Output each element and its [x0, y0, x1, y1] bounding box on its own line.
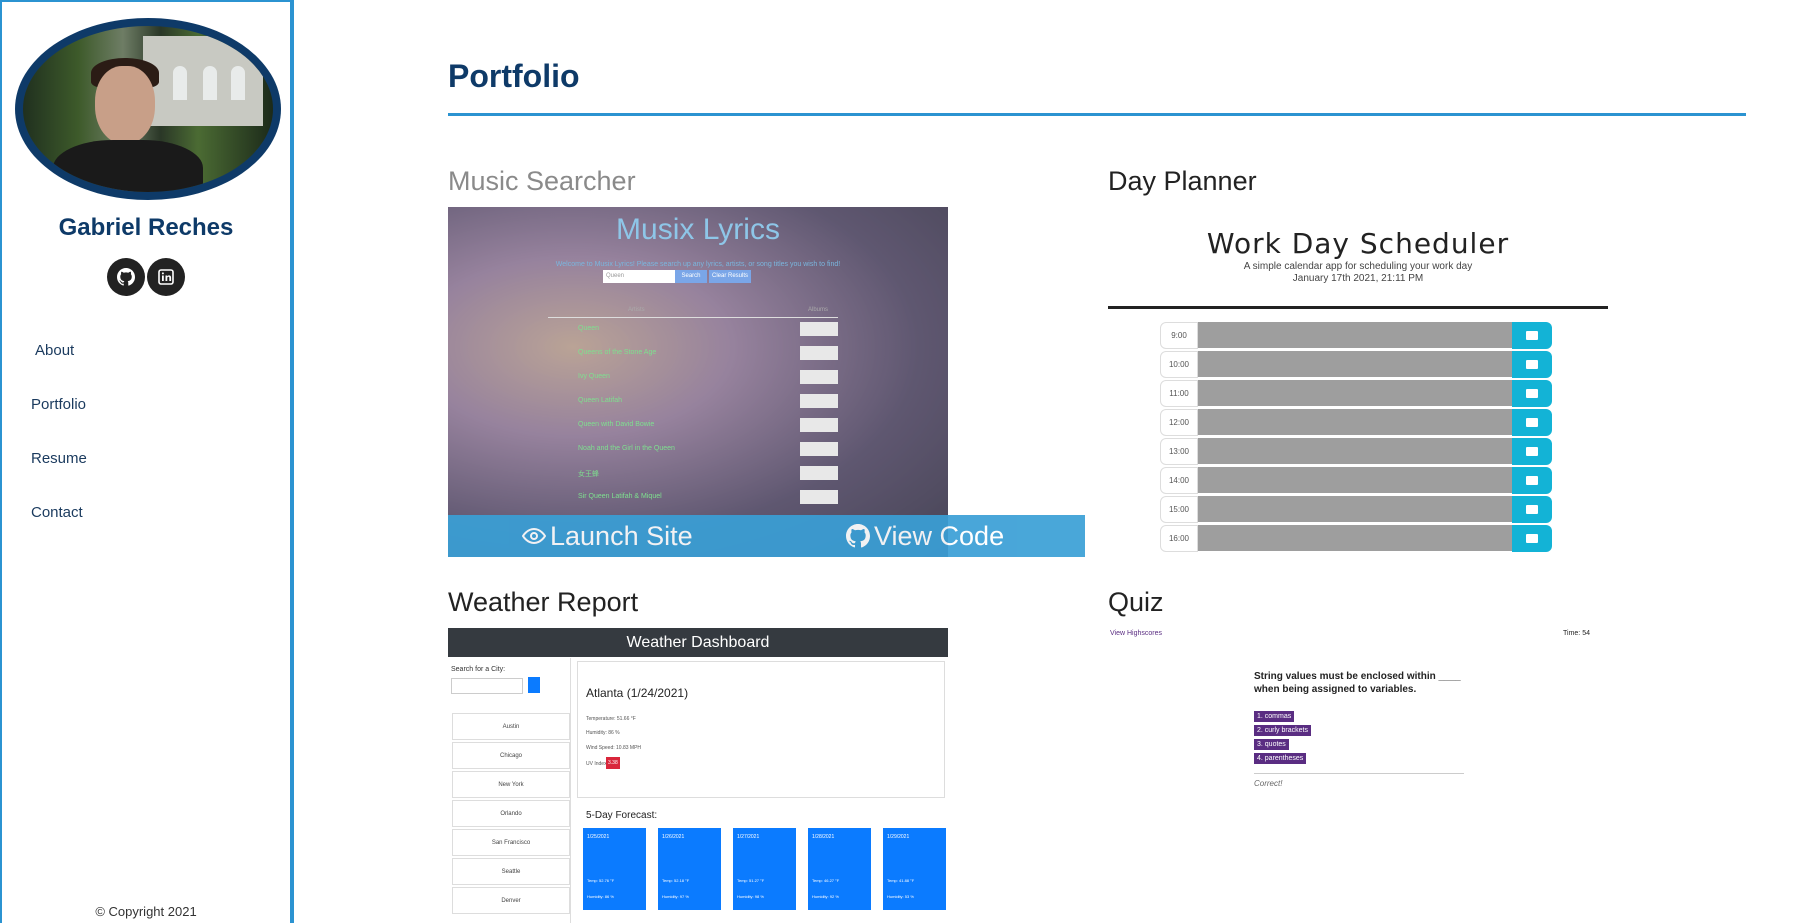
save-icon: [1512, 409, 1552, 436]
weather-sidebar: Search for a City: Austin Chicago New Yo…: [448, 658, 571, 923]
music-search-button: Search: [675, 270, 707, 283]
quiz-option: 1. commas: [1254, 711, 1295, 722]
project-title-weather: Weather Report: [448, 587, 639, 617]
weather-city-item: Austin: [452, 713, 570, 740]
nav-resume[interactable]: Resume: [31, 450, 87, 467]
planner-row: 13:00: [1160, 438, 1552, 465]
profile-photo: [23, 26, 273, 192]
quiz-feedback: Correct!: [1254, 779, 1283, 788]
music-table-header: Artists Albums: [548, 307, 838, 318]
planner-row: 16:00: [1160, 525, 1552, 552]
planner-row: 10:00: [1160, 351, 1552, 378]
music-clear-button: Clear Results: [709, 270, 751, 283]
planner-row: 11:00: [1160, 380, 1552, 407]
linkedin-link[interactable]: [147, 258, 185, 296]
sidebar: Gabriel Reches About Portfolio Resume Co…: [0, 0, 294, 923]
quiz-option: 4. parentheses: [1254, 753, 1307, 764]
project-thumb-weather[interactable]: Weather Dashboard Search for a City: Aus…: [448, 628, 948, 923]
launch-site-label: Launch Site: [550, 520, 693, 551]
forecast-card: 1/25/2021 Temp: 52.76 °F Humidity: 86 %: [583, 828, 646, 910]
search-icon: [528, 677, 540, 693]
music-row: 女王蜂: [548, 466, 838, 480]
github-link[interactable]: [107, 258, 145, 296]
eye-icon: [522, 527, 546, 545]
weather-city-item: Chicago: [452, 742, 570, 769]
uv-badge: 3.38: [606, 757, 620, 769]
avatar: [15, 18, 281, 200]
music-row: Ivy Queen: [548, 370, 838, 384]
save-icon: [1512, 322, 1552, 349]
weather-city-item: San Francisco: [452, 829, 570, 856]
view-code-label: View Code: [874, 520, 1005, 551]
quiz-option: 2. curly brackets: [1254, 725, 1311, 736]
profile-name: Gabriel Reches: [58, 214, 234, 241]
weather-search-input: [451, 678, 523, 694]
save-icon: [1512, 351, 1552, 378]
project-thumb-music[interactable]: Musix Lyrics Welcome to Musix Lyrics! Pl…: [448, 207, 948, 557]
github-icon: [846, 524, 870, 548]
music-row: Queen Latifah: [548, 394, 838, 408]
music-intro: Welcome to Musix Lyrics! Please search u…: [555, 261, 841, 268]
forecast-card: 1/27/2021 Temp: 51.27 °F Humidity: 98 %: [733, 828, 796, 910]
weather-search-label: Search for a City:: [451, 666, 506, 673]
save-icon: [1512, 467, 1552, 494]
project-title-music: Music Searcher: [448, 166, 636, 196]
planner-row: 15:00: [1160, 496, 1552, 523]
forecast-card: 1/28/2021 Temp: 46.27 °F Humidity: 92 %: [808, 828, 871, 910]
planner-date: January 17th 2021, 21:11 PM: [1292, 273, 1424, 284]
weather-header: Weather Dashboard: [448, 628, 948, 657]
planner-subtitle: A simple calendar app for scheduling you…: [1243, 261, 1473, 272]
quiz-question: String values must be enclosed within __…: [1254, 671, 1461, 695]
quiz-timer: Time: 54: [1563, 630, 1590, 637]
save-icon: [1512, 496, 1552, 523]
weather-city-item: Denver: [452, 887, 570, 914]
quiz-option: 3. quotes: [1254, 739, 1289, 750]
planner-divider: [1108, 306, 1608, 309]
title-divider: [448, 113, 1746, 116]
project-title-quiz: Quiz: [1108, 587, 1164, 617]
quiz-highscores-link: View Highscores: [1110, 630, 1163, 637]
music-row: Queens of the Stone Age: [548, 346, 838, 360]
nav-contact[interactable]: Contact: [31, 504, 83, 521]
weather-city-title: Atlanta (1/24/2021): [586, 686, 689, 700]
save-icon: [1512, 525, 1552, 552]
forecast-title: 5-Day Forecast:: [586, 810, 658, 821]
music-app-title: Musix Lyrics: [616, 213, 780, 246]
weather-city-item: New York: [452, 771, 570, 798]
planner-row: 14:00: [1160, 467, 1552, 494]
forecast-card: 1/29/2021 Temp: 41.88 °F Humidity: 53 %: [883, 828, 946, 910]
project-overlay: Launch Site View Code: [448, 515, 1085, 557]
nav-portfolio[interactable]: Portfolio: [31, 396, 86, 413]
save-icon: [1512, 380, 1552, 407]
project-title-planner: Day Planner: [1108, 166, 1257, 196]
page-title: Portfolio: [448, 58, 580, 94]
save-icon: [1512, 438, 1552, 465]
project-thumb-planner[interactable]: Work Day Scheduler A simple calendar app…: [1108, 207, 1608, 557]
planner-row: 9:00: [1160, 322, 1552, 349]
planner-app-title: Work Day Scheduler: [1206, 227, 1510, 260]
github-icon: [117, 268, 135, 286]
music-row: Queen: [548, 322, 838, 336]
planner-row: 12:00: [1160, 409, 1552, 436]
project-thumb-quiz[interactable]: View Highscores Time: 54 String values m…: [1108, 628, 1608, 923]
music-row: Queen with David Bowie: [548, 418, 838, 432]
linkedin-icon: [158, 269, 174, 285]
music-row: Noah and the Girl in the Queen: [548, 442, 838, 456]
weather-city-item: Seattle: [452, 858, 570, 885]
music-search-input: Queen: [603, 270, 676, 283]
quiz-divider: [1254, 773, 1464, 774]
forecast-card: 1/26/2021 Temp: 52.18 °F Humidity: 97 %: [658, 828, 721, 910]
music-row: Sir Queen Latifah & Miquel: [548, 490, 838, 504]
weather-current: Atlanta (1/24/2021) Temperature: 51.66 °…: [577, 661, 945, 798]
launch-site-link[interactable]: Launch Site: [522, 521, 693, 552]
copyright: © Copyright 2021: [95, 904, 197, 919]
weather-city-item: Orlando: [452, 800, 570, 827]
view-code-link[interactable]: View Code: [846, 521, 1004, 552]
nav-about[interactable]: About: [35, 342, 74, 359]
